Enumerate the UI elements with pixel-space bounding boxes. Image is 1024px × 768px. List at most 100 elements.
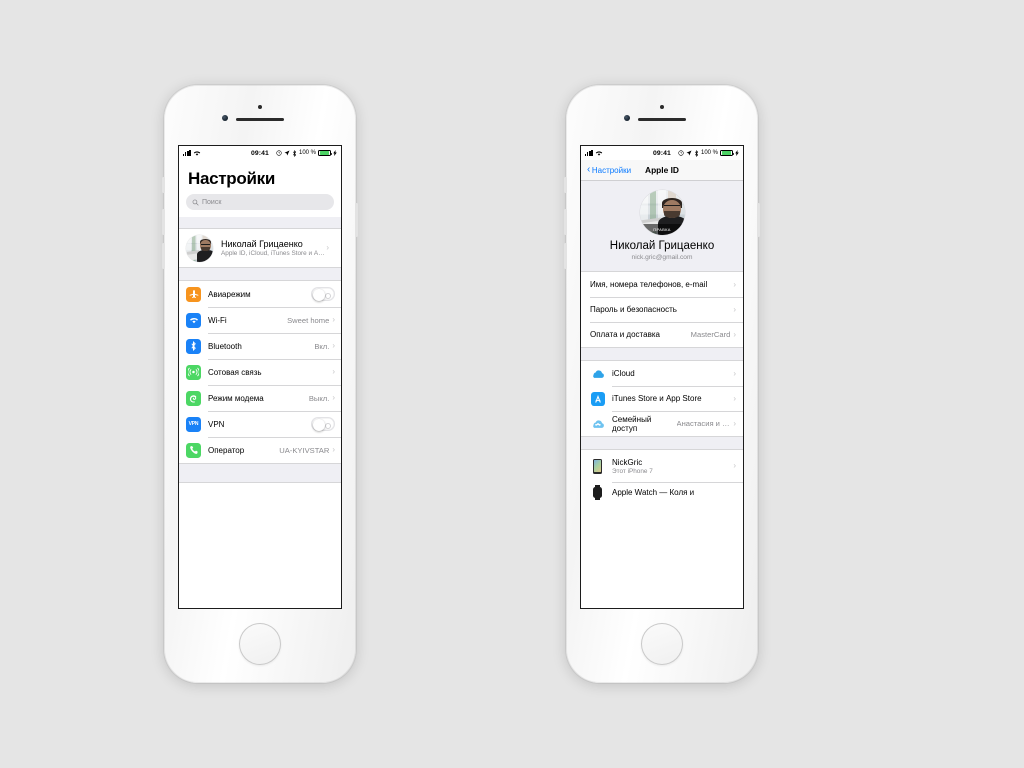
screenshot-stage: 09:41 100 % Настройки Поиск Николай Гриц… [0,0,1024,768]
row-itunes-appstore[interactable]: iTunes Store и App Store › [581,386,743,411]
appstore-icon [590,391,605,406]
row-label: Авиарежим [208,289,251,299]
section-gap [179,217,341,229]
status-bar: 09:41 100 % [179,146,341,160]
chevron-right-icon: › [332,341,335,350]
chevron-right-icon: › [332,445,335,454]
row-payment-shipping[interactable]: Оплата и доставка MasterCard › [581,322,743,347]
avatar[interactable]: ПРАВКА [639,190,685,235]
row-label: iTunes Store и App Store [612,394,702,403]
airplane-icon [186,286,201,302]
cellular-icon [186,364,201,380]
chevron-right-icon: › [733,329,736,339]
apple-id-profile-row[interactable]: Николай Грицаенко Apple ID, iCloud, iTun… [179,229,341,267]
device-row-iphone[interactable]: NickGric Этот iPhone 7 › [581,450,743,482]
volume-down-button[interactable] [564,243,567,269]
row-label: Семейный доступ [612,414,652,433]
proximity-sensor-icon [258,105,262,109]
row-label: iCloud [612,369,635,378]
back-button[interactable]: ‹ Настройки [587,165,631,175]
settings-row-wifi[interactable]: Wi-Fi Sweet home › [179,307,341,333]
section-gap [179,267,341,281]
device-row-applewatch[interactable]: Apple Watch — Коля и [581,482,743,502]
phone-icon [186,442,201,458]
settings-row-airplane[interactable]: Авиарежим [179,281,341,307]
proximity-sensor-icon [660,105,664,109]
chevron-right-icon: › [733,393,736,403]
home-button[interactable] [239,623,281,665]
row-value: Выкл. [308,393,330,403]
vpn-icon: VPN [186,416,201,432]
bluetooth-icon [694,149,699,157]
settings-row-hotspot[interactable]: Режим модема Выкл. › [179,385,341,411]
row-value: Sweet home [287,315,330,325]
device-name: NickGric [612,457,643,467]
icloud-icon [590,366,605,381]
row-label: Оператор [208,445,245,455]
row-value: UA-KYIVSTAR [279,445,330,455]
row-name-phones-email[interactable]: Имя, номера телефонов, e-mail › [581,272,743,297]
airplane-toggle[interactable] [311,287,335,301]
row-label: Сотовая связь [208,367,262,377]
home-button[interactable] [641,623,683,665]
section-gap [581,347,743,361]
settings-row-bluetooth[interactable]: Bluetooth Вкл. › [179,333,341,359]
settings-row-vpn[interactable]: VPN VPN [179,411,341,437]
mute-switch[interactable] [162,177,165,193]
chevron-right-icon: › [733,461,736,470]
device-sub: Этот iPhone 7 [612,467,653,475]
settings-row-cellular[interactable]: Сотовая связь › [179,359,341,385]
profile-name: Николай Грицаенко [221,238,303,249]
row-label: Пароль и безопасность [590,305,677,314]
volume-up-button[interactable] [162,209,165,235]
navigation-bar: ‹ Настройки Apple ID [581,160,743,181]
power-button[interactable] [355,203,358,237]
profile-subtitle: Apple ID, iCloud, iTunes Store и App St.… [221,250,326,258]
account-name: Николай Грицаенко [609,240,715,252]
chevron-right-icon: › [326,243,329,252]
battery-icon [720,149,735,157]
mute-switch[interactable] [564,177,567,193]
section-gap [581,436,743,450]
back-label: Настройки [591,165,632,175]
row-value: Вкл. [314,341,330,351]
volume-up-button[interactable] [564,209,567,235]
front-camera-icon [222,115,228,121]
vpn-toggle[interactable] [311,417,335,431]
chevron-right-icon: › [733,304,736,314]
chevron-right-icon: › [332,367,335,376]
row-value: Анастасия и Т... [676,419,733,428]
screen-settings: 09:41 100 % Настройки Поиск Николай Гриц… [179,146,341,608]
front-camera-icon [624,115,630,121]
alarm-icon [276,150,282,156]
row-icloud[interactable]: iCloud › [581,361,743,386]
applewatch-icon [590,484,605,500]
bluetooth-icon [186,338,201,354]
avatar [186,234,213,262]
avatar-edit-label[interactable]: ПРАВКА [639,224,685,235]
chevron-left-icon: ‹ [587,164,591,175]
iphone-device-left: 09:41 100 % Настройки Поиск Николай Гриц… [162,85,358,683]
battery-percent: 100 % [298,150,316,156]
search-icon [192,199,199,206]
volume-down-button[interactable] [162,243,165,269]
power-button[interactable] [757,203,760,237]
row-family-sharing[interactable]: Семейный доступ Анастасия и Т... › [581,411,743,436]
device-name: Apple Watch — Коля и [612,487,695,497]
family-icon [590,416,605,431]
earpiece-speaker [236,118,284,121]
status-bar: 09:41 100 % [581,146,743,160]
charging-bolt-icon [333,150,337,156]
location-arrow-icon [686,150,692,156]
row-label: Имя, номера телефонов, e-mail [590,280,708,289]
hotspot-icon [186,390,201,406]
row-label: Bluetooth [208,341,242,351]
row-label: Оплата и доставка [590,330,660,339]
row-password-security[interactable]: Пароль и безопасность › [581,297,743,322]
settings-row-carrier[interactable]: Оператор UA-KYIVSTAR › [179,437,341,463]
chevron-right-icon: › [733,418,736,428]
location-arrow-icon [284,150,290,156]
screen-apple-id: 09:41 100 % ‹ Настройки Apple ID ПРАВКА … [581,146,743,608]
search-input[interactable]: Поиск [186,194,334,210]
row-label: Wi-Fi [208,315,227,325]
